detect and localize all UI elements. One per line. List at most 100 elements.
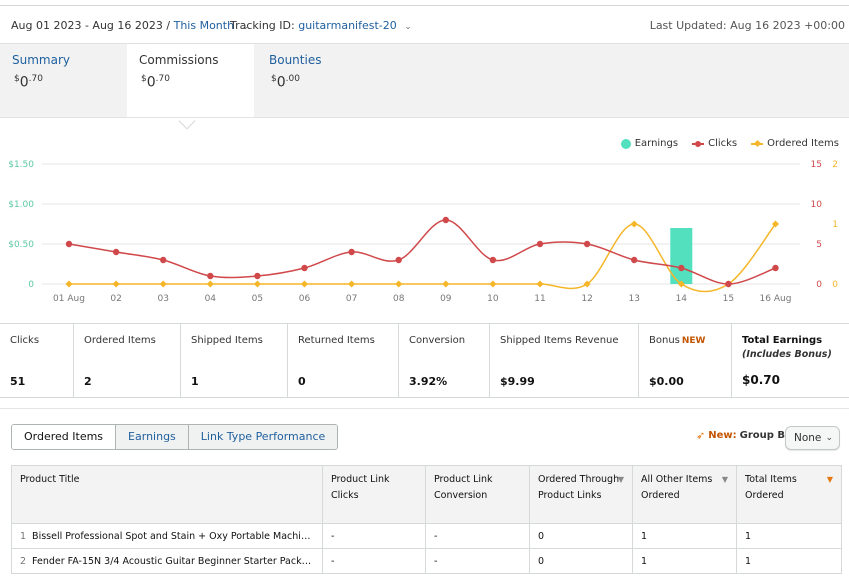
metrics-summary: Clicks 51 Ordered Items 2 Shipped Items … [0,323,849,398]
ordered-items-point [159,280,167,288]
ordered-items-point [253,280,261,288]
ordered-items-line [69,223,777,293]
clicks-point [65,240,73,248]
y-tick-ordered: 1 [832,220,838,230]
col-product-title[interactable]: Product Title [11,465,323,524]
tab-commissions-label: Commissions [139,53,219,67]
ordered-items-point [395,280,403,288]
clicks-point [583,240,591,248]
col-product-link-conversion[interactable]: Product Link Conversion [425,465,530,524]
x-tick: 13 [628,294,639,304]
new-label: New: [708,430,737,441]
tab-link-type-performance[interactable]: Link Type Performance [188,425,338,449]
date-range: Aug 01 2023 - Aug 16 2023 [11,19,163,32]
sort-down-icon[interactable]: ▼ [722,472,728,488]
date-separator: / [166,19,171,32]
y-tick-clicks: 10 [811,200,823,210]
x-tick: 03 [157,294,168,304]
metric-value: 51 [10,375,26,388]
summary-tabs: Summary $0.70 Commissions $0.70 Bounties… [0,43,849,119]
report-tab-group: Ordered Items Earnings Link Type Perform… [11,424,339,450]
metric-label: Bonus NEW [649,335,706,346]
y-tick-ordered: 2 [832,160,838,170]
sort-down-icon[interactable]: ▼ [827,472,833,488]
table-header-row: Product Title Product Link Clicks Produc… [11,465,842,524]
ordered-items-point [348,280,356,288]
x-tick: 08 [393,294,405,304]
clicks-point [301,264,308,272]
metric-value: $0.70 [742,373,780,387]
ordered-items-table: Product Title Product Link Clicks Produc… [11,465,842,574]
clicks-point [442,216,449,224]
metric-value: 1 [191,375,199,388]
chevron-down-icon[interactable]: ⌄ [404,22,412,32]
tab-bounties[interactable]: Bounties $0.00 [257,44,384,118]
cell-other-items: 1 [632,523,737,549]
col-product-link-clicks[interactable]: Product Link Clicks [322,465,426,524]
y-tick-clicks: 0 [816,280,822,290]
col-all-other-items[interactable]: All Other Items Ordered ▼ [632,465,737,524]
period-link[interactable]: This Month [174,19,234,32]
date-range-selector[interactable]: Aug 01 2023 - Aug 16 2023 / This Month ⌄ [11,19,249,32]
tab-earnings[interactable]: Earnings [116,425,189,449]
x-tick: 07 [346,294,357,304]
tracking-label: Tracking ID: [230,19,295,32]
top-border [0,0,849,6]
clicks-point [489,256,497,264]
cell-total-items: 1 [736,548,842,574]
ordered-items-point [630,220,638,228]
metric-value: 3.92% [409,375,448,388]
ordered-items-point [489,280,497,288]
tracking-id-link[interactable]: guitarmanifest-20 [298,19,397,32]
earnings-chart: $1.50 $1.00 $0.50 0 15 10 5 0 2 1 0 01 Aug 02 03 04 05 0… [0,117,849,323]
clicks-point [254,272,261,280]
metric-shipped-revenue: Shipped Items Revenue $9.99 [490,324,639,397]
metric-clicks: Clicks 51 [0,324,74,397]
metric-label: Total Earnings [742,335,823,346]
cell-clicks: - [322,523,426,549]
clicks-point [631,256,638,264]
ordered-items-point [112,280,120,288]
y-tick-earnings: 0 [28,280,34,290]
x-tick: 06 [299,294,311,304]
sort-down-icon[interactable]: ▼ [618,472,624,488]
clicks-point [678,264,685,272]
clicks-point [772,264,779,272]
col-total-items-ordered[interactable]: Total Items Ordered ▼ [736,465,842,524]
cell-ordered-links: 0 [529,548,633,574]
metric-value: 0 [298,375,306,388]
x-tick: 14 [676,294,688,304]
group-by-value: None [794,432,822,444]
tab-bounties-label: Bounties [269,53,322,67]
tab-summary[interactable]: Summary $0.70 [0,44,127,118]
y-tick-clicks: 5 [816,240,822,250]
table-row: 1 Bissell Professional Spot and Stain + O… [11,523,842,549]
legend-clicks-label: Clicks [708,138,738,149]
cell-clicks: - [322,548,426,574]
new-badge: NEW [681,336,706,346]
y-tick-earnings: $1.50 [8,160,34,170]
metric-label: Shipped Items Revenue [500,335,619,346]
tab-commissions[interactable]: Commissions $0.70 [127,44,254,119]
cell-product-title[interactable]: 2 Fender FA-15N 3/4 Acoustic Guitar Begin… [11,548,323,574]
ordered-items-point [300,280,309,288]
cell-conversion: - [425,548,530,574]
clicks-swatch-icon [692,139,705,149]
group-by-label: ➶ New: Group By: [696,429,796,442]
legend-ordered-label: Ordered Items [767,138,839,149]
tab-ordered-items[interactable]: Ordered Items [12,425,117,449]
metric-label: Clicks [10,335,40,346]
metric-ordered-items: Ordered Items 2 [74,324,181,397]
metric-shipped-items: Shipped Items 1 [181,324,288,397]
legend-clicks[interactable]: Clicks [692,138,737,149]
tracking-id-selector[interactable]: Tracking ID: guitarmanifest-20 ⌄ [230,19,412,32]
legend-earnings[interactable]: Earnings [620,138,678,149]
x-tick: 05 [252,294,263,304]
x-tick: 02 [110,294,121,304]
group-by-select[interactable]: None ⌄ [785,426,840,450]
y-tick-earnings: $1.00 [8,200,34,210]
legend-ordered[interactable]: Ordered Items [751,138,839,149]
cell-product-title[interactable]: 1 Bissell Professional Spot and Stain + O… [11,523,323,549]
x-tick: 09 [440,294,452,304]
col-ordered-through-links[interactable]: Ordered Through Product Links ▼ [529,465,633,524]
